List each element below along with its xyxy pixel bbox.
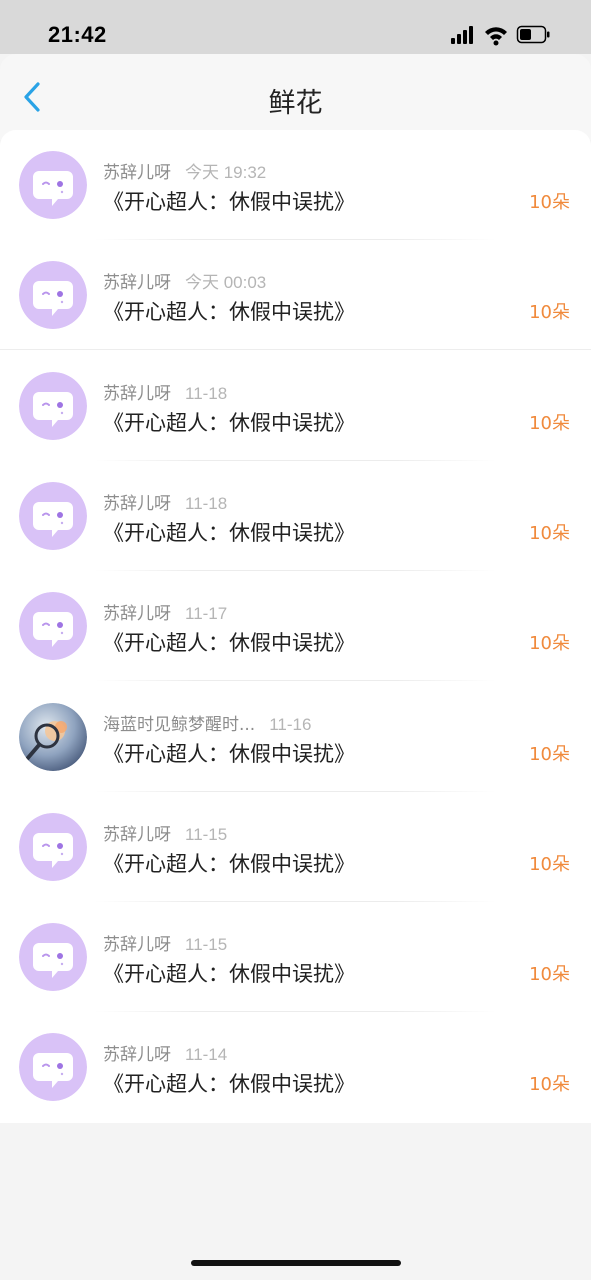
timestamp: 今天 19:32 <box>185 163 267 182</box>
work-title: 《开心超人：休假中误扰》 <box>103 520 355 545</box>
work-title: 《开心超人：休假中误扰》 <box>103 410 355 435</box>
work-title: 《开心超人：休假中误扰》 <box>103 741 355 766</box>
work-title: 《开心超人：休假中误扰》 <box>103 300 355 325</box>
chat-bubble-icon[interactable] <box>19 923 87 992</box>
flower-count: 10朵 <box>529 743 570 765</box>
sender-name[interactable]: 苏辞儿呀 <box>103 1045 171 1065</box>
photo-avatar[interactable] <box>19 702 87 771</box>
timestamp: 11-17 <box>185 604 228 624</box>
status-bar: 21:42 <box>0 0 591 54</box>
meta-line: 苏辞儿呀 11-15 <box>103 820 227 845</box>
meta-line: 苏辞儿呀 11-17 <box>103 599 227 624</box>
flower-count: 10朵 <box>529 633 570 655</box>
status-icons <box>451 24 561 46</box>
flower-count: 10朵 <box>529 192 570 213</box>
sender-name[interactable]: 苏辞儿呀 <box>103 163 171 183</box>
list-item[interactable]: 苏辞儿呀 11-15 《开心超人：休假中误扰》 10朵 <box>0 792 591 902</box>
nav-bar: 鲜花 <box>0 54 591 140</box>
timestamp: 11-18 <box>185 383 228 403</box>
battery-icon <box>516 25 550 44</box>
chat-bubble-icon[interactable] <box>19 151 87 219</box>
home-indicator <box>191 1260 401 1266</box>
meta-line: 苏辞儿呀 11-15 <box>103 930 227 955</box>
timestamp: 11-15 <box>185 824 228 844</box>
chat-bubble-icon[interactable] <box>19 371 87 440</box>
work-title: 《开心超人：休假中误扰》 <box>103 851 355 876</box>
sender-name[interactable]: 海蓝时见鲸梦醒时... <box>103 715 255 735</box>
list-item[interactable]: 海蓝时见鲸梦醒时... 11-16 《开心超人：休假中误扰》 10朵 <box>0 682 591 792</box>
chat-bubble-icon[interactable] <box>19 261 87 330</box>
work-title: 《开心超人：休假中误扰》 <box>103 1072 355 1097</box>
work-title: 《开心超人：休假中误扰》 <box>103 631 355 656</box>
meta-line: 苏辞儿呀 今天 19:32 <box>103 158 266 183</box>
timestamp: 今天 00:03 <box>185 273 267 293</box>
chat-bubble-icon[interactable] <box>19 1033 87 1102</box>
signal-icon <box>451 26 473 44</box>
flower-count: 10朵 <box>529 964 570 986</box>
sender-name[interactable]: 苏辞儿呀 <box>103 604 171 624</box>
flower-count: 10朵 <box>529 412 570 434</box>
timestamp: 11-14 <box>185 1045 228 1065</box>
meta-line: 苏辞儿呀 今天 00:03 <box>103 268 266 293</box>
list-item[interactable]: 苏辞儿呀 今天 00:03 《开心超人：休假中误扰》 10朵 <box>0 240 591 351</box>
chat-bubble-icon[interactable] <box>19 592 87 661</box>
sender-name[interactable]: 苏辞儿呀 <box>103 273 171 293</box>
work-title: 《开心超人：休假中误扰》 <box>103 190 355 214</box>
chat-bubble-icon[interactable] <box>19 481 87 550</box>
sender-name[interactable]: 苏辞儿呀 <box>103 825 171 845</box>
meta-line: 苏辞儿呀 11-14 <box>103 1040 227 1065</box>
sender-name[interactable]: 苏辞儿呀 <box>103 494 171 514</box>
meta-line: 苏辞儿呀 11-18 <box>103 489 227 514</box>
list-item[interactable]: 苏辞儿呀 11-17 《开心超人：休假中误扰》 10朵 <box>0 571 591 682</box>
list-item[interactable]: 苏辞儿呀 11-18 《开心超人：休假中误扰》 10朵 <box>0 461 591 571</box>
list-item[interactable]: 苏辞儿呀 11-15 《开心超人：休假中误扰》 10朵 <box>0 902 591 1013</box>
timestamp: 11-18 <box>185 493 228 513</box>
status-time: 21:42 <box>48 22 107 47</box>
chat-bubble-icon[interactable] <box>19 812 87 881</box>
timestamp: 11-15 <box>185 935 228 955</box>
sender-name[interactable]: 苏辞儿呀 <box>103 935 171 955</box>
flower-count: 10朵 <box>529 1074 570 1096</box>
list-item[interactable]: 苏辞儿呀 11-18 《开心超人：休假中误扰》 10朵 <box>0 351 591 461</box>
sender-name[interactable]: 苏辞儿呀 <box>103 384 171 404</box>
flower-count: 10朵 <box>529 853 570 875</box>
list-item[interactable]: 苏辞儿呀 11-14 《开心超人：休假中误扰》 10朵 <box>0 1012 591 1122</box>
timestamp: 11-16 <box>269 714 312 734</box>
meta-line: 海蓝时见鲸梦醒时... 11-16 <box>103 710 311 735</box>
flower-count: 10朵 <box>529 302 570 324</box>
work-title: 《开心超人：休假中误扰》 <box>103 962 355 987</box>
flower-count: 10朵 <box>529 522 570 544</box>
list-item[interactable]: 苏辞儿呀 今天 19:32 《开心超人：休假中误扰》 10朵 <box>0 130 591 240</box>
wifi-icon <box>485 27 507 46</box>
page-title: 鲜花 <box>268 88 323 119</box>
flower-list: 苏辞儿呀 今天 19:32 《开心超人：休假中误扰》 10朵 苏辞儿呀 今天 00:03… <box>0 130 591 1123</box>
meta-line: 苏辞儿呀 11-18 <box>103 379 227 404</box>
